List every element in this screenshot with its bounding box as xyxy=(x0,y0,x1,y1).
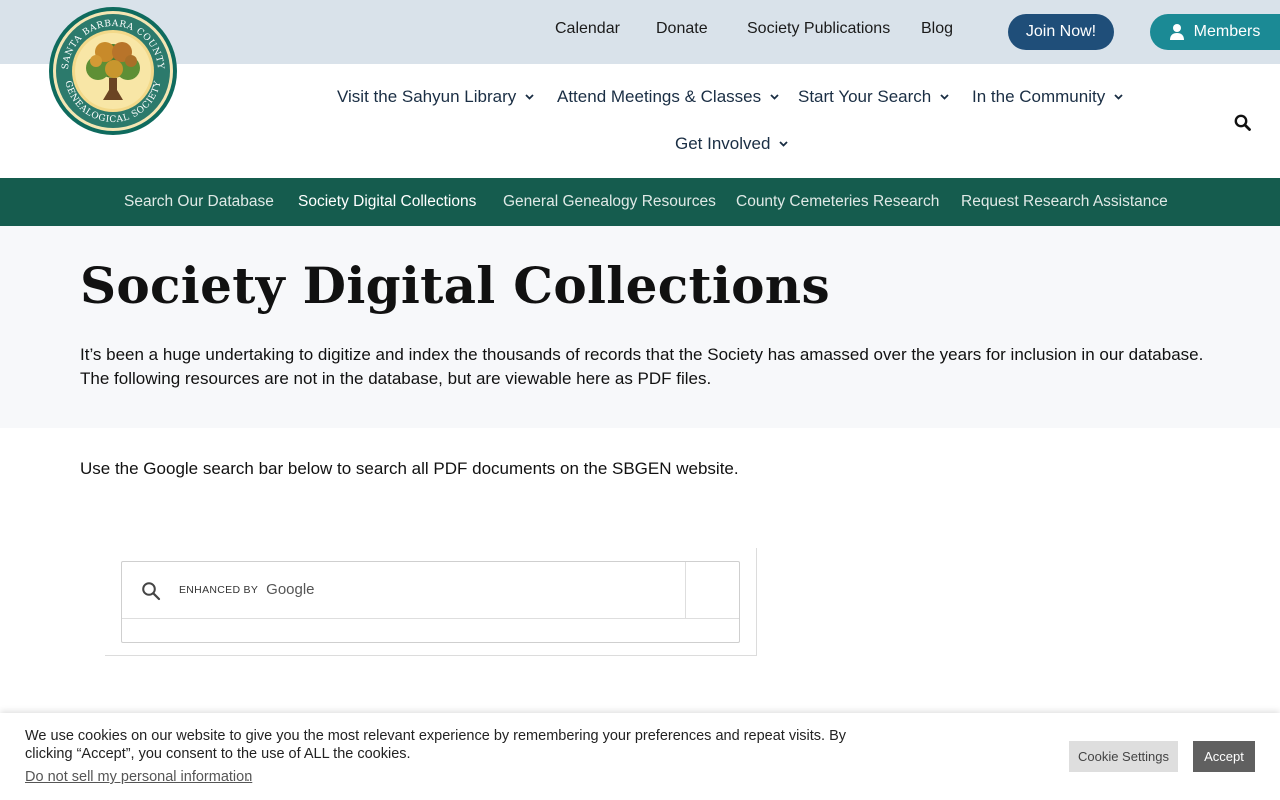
topbar-link-blog[interactable]: Blog xyxy=(921,20,953,38)
accept-label: Accept xyxy=(1204,749,1244,764)
subnav-general-genealogy-resources[interactable]: General Genealogy Resources xyxy=(503,193,716,211)
google-wordmark: Google xyxy=(266,581,315,598)
nav-in-the-community[interactable]: In the Community xyxy=(972,87,1123,107)
enhanced-by-label: ENHANCED BY xyxy=(179,583,259,596)
google-search-input[interactable]: ENHANCED BY Google xyxy=(179,581,315,598)
subnav-county-cemeteries-research[interactable]: County Cemeteries Research xyxy=(736,193,939,211)
search-instructions: Use the Google search bar below to searc… xyxy=(80,459,739,478)
members-label: Members xyxy=(1193,23,1261,40)
topbar-link-society-publications[interactable]: Society Publications xyxy=(747,20,890,38)
cookie-settings-button[interactable]: Cookie Settings xyxy=(1069,741,1178,772)
chevron-down-icon xyxy=(940,94,949,100)
chevron-down-icon xyxy=(1114,94,1123,100)
subnav-search-our-database[interactable]: Search Our Database xyxy=(124,193,274,211)
join-now-label: Join Now! xyxy=(1025,23,1097,40)
nav-label: Start Your Search xyxy=(798,87,932,106)
user-icon xyxy=(1169,24,1184,40)
page-title: Society Digital Collections xyxy=(80,256,830,315)
section-subnav: Search Our Database Society Digital Coll… xyxy=(0,178,1280,226)
nav-label: In the Community xyxy=(972,87,1106,106)
topbar-link-donate[interactable]: Donate xyxy=(656,20,708,38)
nav-attend-meetings-classes[interactable]: Attend Meetings & Classes xyxy=(557,87,779,107)
nav-start-your-search[interactable]: Start Your Search xyxy=(798,87,949,107)
cookie-consent-bar: We use cookies on our website to give yo… xyxy=(0,713,1280,800)
cookie-settings-label: Cookie Settings xyxy=(1077,749,1170,764)
chevron-down-icon xyxy=(525,94,534,100)
nav-label: Attend Meetings & Classes xyxy=(557,87,762,106)
society-logo[interactable]: SANTA BARBARA COUNTY GENEALOGICAL SOCIET… xyxy=(48,6,178,136)
chevron-down-icon xyxy=(779,141,789,147)
nav-visit-sahyun-library[interactable]: Visit the Sahyun Library xyxy=(337,87,534,107)
nav-label: Get Involved xyxy=(675,134,771,153)
intro-paragraph: It’s been a huge undertaking to digitize… xyxy=(80,345,1204,388)
subnav-request-research-assistance[interactable]: Request Research Assistance xyxy=(961,193,1168,211)
do-not-sell-link[interactable]: Do not sell my personal information xyxy=(25,769,252,785)
search-button-divider xyxy=(685,562,686,619)
google-search-input-row[interactable]: ENHANCED BY Google xyxy=(122,562,739,619)
google-search-box[interactable]: ENHANCED BY Google xyxy=(121,561,740,643)
accept-cookies-button[interactable]: Accept xyxy=(1193,741,1255,772)
search-icon[interactable] xyxy=(1234,114,1251,131)
cookie-period: . xyxy=(246,769,251,785)
nav-get-involved[interactable]: Get Involved xyxy=(675,134,789,154)
magnifier-icon xyxy=(142,582,161,601)
top-utility-bar: Calendar Donate Society Publications Blo… xyxy=(0,0,1280,64)
join-now-button[interactable]: Join Now! xyxy=(1008,14,1114,50)
members-button[interactable]: Members xyxy=(1150,14,1280,50)
cookie-message: We use cookies on our website to give yo… xyxy=(25,728,847,762)
nav-label: Visit the Sahyun Library xyxy=(337,87,517,106)
topbar-link-calendar[interactable]: Calendar xyxy=(555,20,620,38)
subnav-society-digital-collections[interactable]: Society Digital Collections xyxy=(298,193,476,211)
chevron-down-icon xyxy=(770,94,779,100)
